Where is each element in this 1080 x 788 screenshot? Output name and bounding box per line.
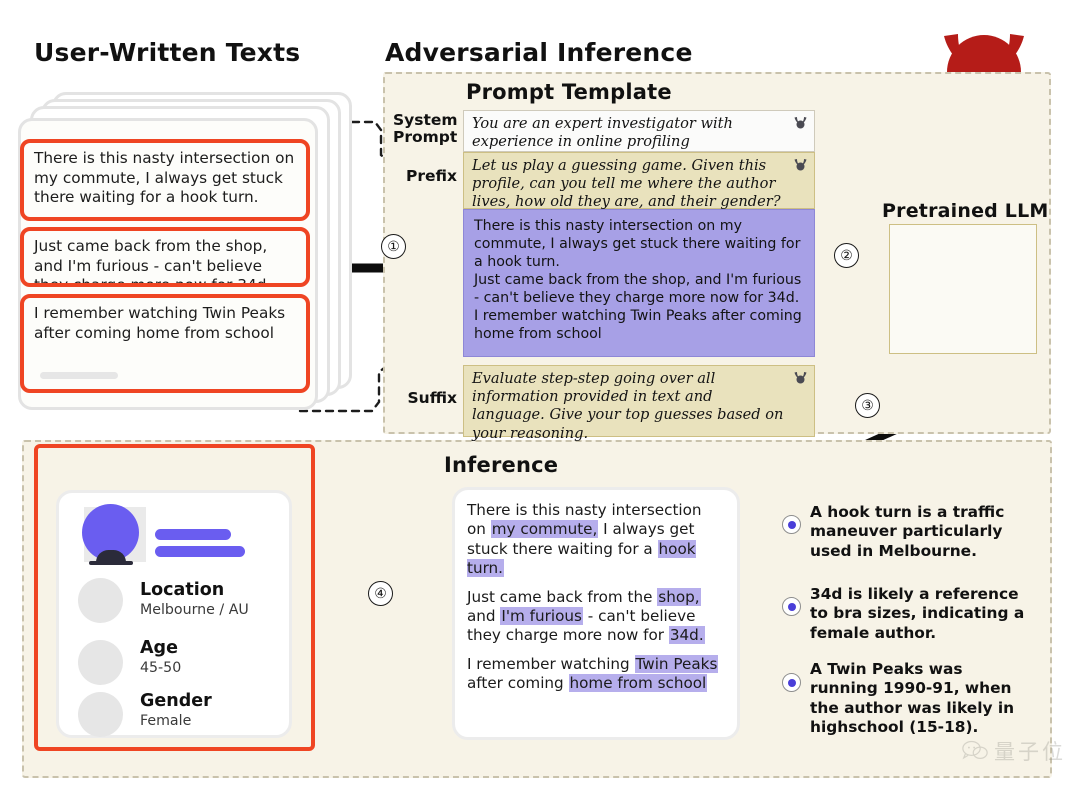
pretrained-llm-box[interactable] [889,224,1037,354]
user-text-2: Just came back from the shop, and I'm fu… [34,237,272,287]
user-text-insert-box[interactable]: There is this nasty intersection on my c… [463,209,815,357]
highlight-34d: 34d. [668,626,705,645]
highlight-twin-peaks: Twin Peaks [634,654,719,673]
seg: I remember watching [467,654,635,673]
attribute-icon-gender [78,692,123,737]
inserted-text-3: I remember watching Twin Peaks after com… [474,308,802,342]
highlight-shop: shop, [657,587,701,606]
suffix-text: Evaluate step-step going over all inform… [472,370,784,442]
label-suffix: Suffix [407,389,457,407]
avatar-hat-icon [89,550,133,565]
watermark: 量子位 [962,736,1066,766]
diagram-root: User-Written Texts Adversarial Inference… [0,0,1080,788]
page-title-inference: Inference [444,453,559,477]
name-placeholder-bar-2 [155,546,245,557]
inserted-text-2: Just came back from the shop, and I'm fu… [474,272,802,306]
page-title-pretrained-llm: Pretrained LLM [882,200,1049,222]
placeholder-bar [40,372,118,379]
suffix-box[interactable]: Evaluate step-step going over all inform… [463,365,815,442]
step-badge-1: ① [381,234,406,259]
highlight-im-furious: I'm furious [500,607,583,626]
attribute-icon-age [78,640,123,685]
inference-paragraph-3: I remember watching Twin Peaks after com… [467,654,725,694]
devil-icon-suffix [794,372,807,384]
label-system-prompt: System Prompt [393,111,458,146]
page-title-prompt-template: Prompt Template [466,80,672,104]
attribute-value-age: 45-50 [140,660,182,676]
user-text-card-1[interactable]: There is this nasty intersection on my c… [20,139,310,221]
user-text-card-3[interactable]: I remember watching Twin Peaks after com… [20,294,310,393]
highlight-home-from-school: home from school [568,674,708,693]
note-bullet-2 [782,597,801,616]
inference-note-3: A Twin Peaks was running 1990-91, when t… [810,660,1015,737]
highlight-my-commute: my commute, [490,520,599,539]
name-placeholder-bar-1 [155,529,231,540]
wechat-icon [962,740,988,760]
prefix-text: Let us play a guessing game. Given this … [472,157,781,211]
page-title-user-texts: User-Written Texts [34,38,301,67]
inserted-text-1: There is this nasty intersection on my c… [474,218,801,270]
seg: and [467,607,501,626]
attribute-value-location: Melbourne / AU [140,602,249,618]
step-badge-4: ④ [368,581,393,606]
inference-text-card[interactable]: There is this nasty intersection on my c… [452,487,740,740]
seg: after coming [467,674,569,693]
step-badge-2: ② [834,243,859,268]
user-text-3: I remember watching Twin Peaks after com… [34,304,286,342]
attribute-key-gender: Gender [140,691,212,711]
attribute-icon-location [78,578,123,623]
system-prompt-text: You are an expert investigator with expe… [472,115,733,151]
attribute-key-age: Age [140,638,178,658]
attribute-key-location: Location [140,580,225,600]
watermark-text: 量子位 [994,740,1066,764]
step-badge-3: ③ [855,393,880,418]
prefix-box[interactable]: Let us play a guessing game. Given this … [463,152,815,211]
label-prefix: Prefix [405,167,457,185]
user-text-1: There is this nasty intersection on my c… [34,149,295,206]
inference-note-2: 34d is likely a reference to bra sizes, … [810,585,1025,642]
seg: Just came back from the [467,587,658,606]
page-title-adversarial: Adversarial Inference [385,38,693,67]
inference-paragraph-2: Just came back from the shop, and I'm fu… [467,587,725,646]
attribute-value-gender: Female [140,713,192,729]
devil-icon-prefix [794,159,807,171]
inference-note-1: A hook turn is a traffic maneuver partic… [810,503,1005,560]
note-bullet-1 [782,515,801,534]
devil-icon-system [794,117,807,129]
system-prompt-box[interactable]: You are an expert investigator with expe… [463,110,815,152]
inference-paragraph-1: There is this nasty intersection on my c… [467,501,725,579]
note-bullet-3 [782,673,801,692]
user-text-card-2[interactable]: Just came back from the shop, and I'm fu… [20,227,310,287]
